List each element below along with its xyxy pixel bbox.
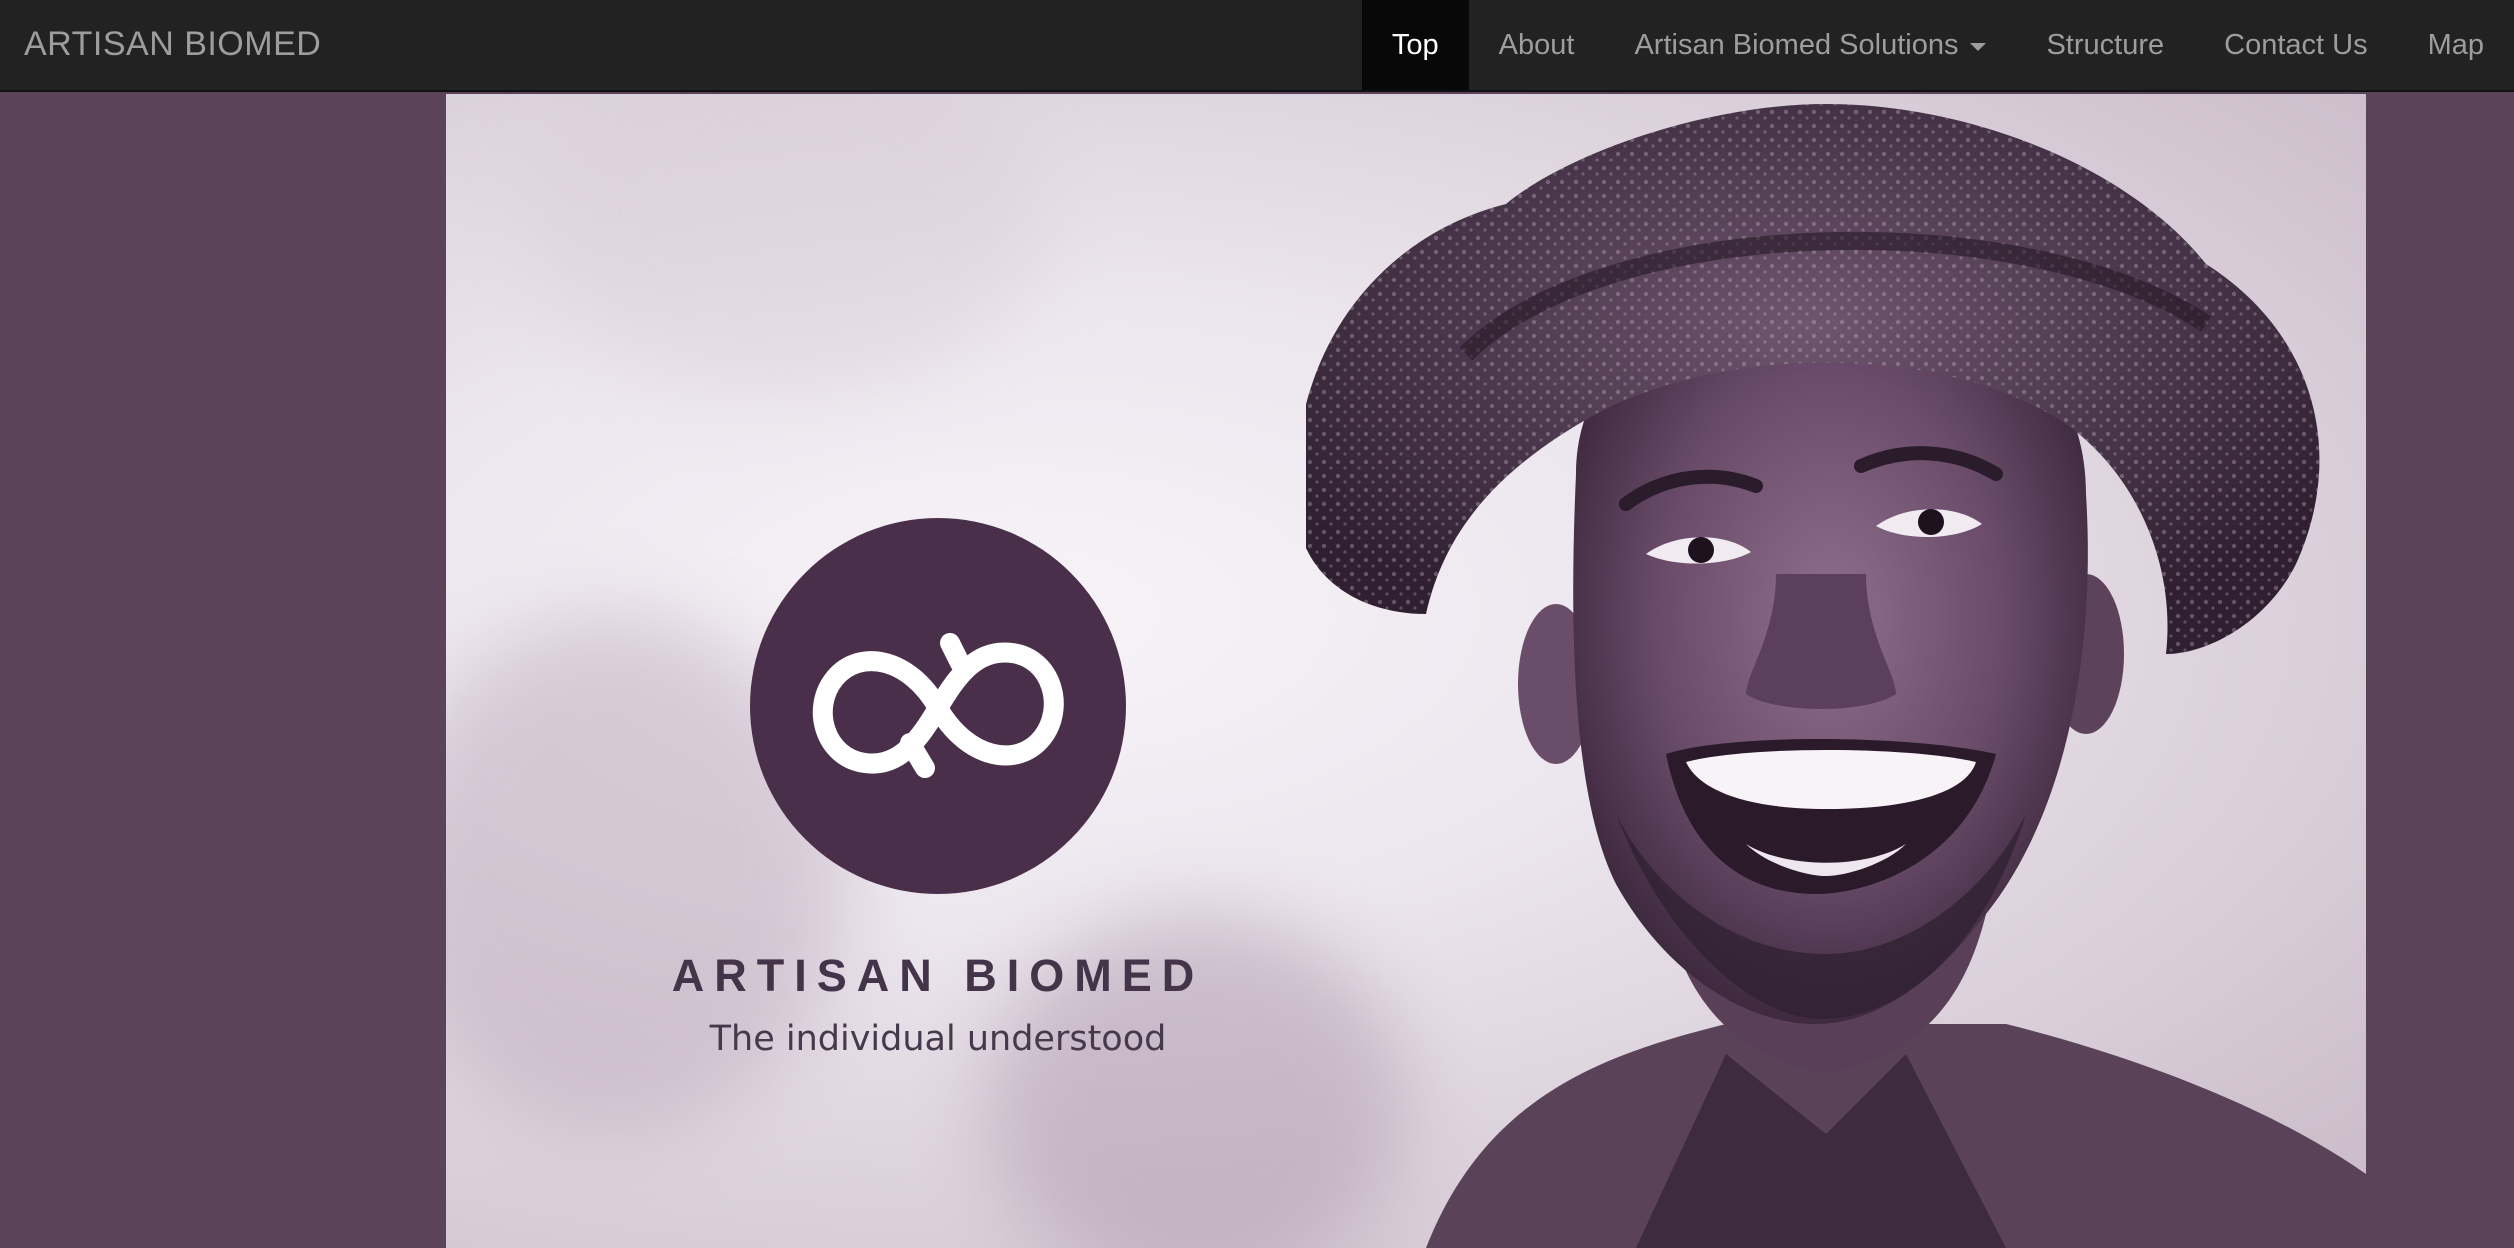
brand-link[interactable]: ARTISAN BIOMED	[24, 0, 321, 90]
logo-tagline: The individual understood	[709, 1019, 1167, 1059]
nav-item-structure[interactable]: Structure	[2016, 0, 2194, 90]
nav-label-contact: Contact Us	[2224, 29, 2368, 61]
background-blur	[526, 94, 1046, 394]
nav-label-structure: Structure	[2046, 29, 2165, 61]
nav-label-solutions: Artisan Biomed Solutions	[1634, 29, 1959, 61]
nav-label-about: About	[1498, 29, 1575, 61]
caret-down-icon	[1970, 43, 1987, 51]
nav-label-map: Map	[2427, 29, 2484, 61]
portrait-photo	[1306, 104, 2366, 1248]
nav-item-map[interactable]: Map	[2398, 0, 2514, 90]
navbar: ARTISAN BIOMED Top About Artisan Biomed …	[0, 0, 2514, 92]
nav-item-solutions-dropdown[interactable]: Artisan Biomed Solutions	[1604, 0, 2016, 90]
nav-label-top: Top	[1391, 29, 1439, 61]
nav-item-contact[interactable]: Contact Us	[2194, 0, 2397, 90]
hero-banner: ARTISAN BIOMED The individual understood	[446, 94, 2366, 1248]
brand-logo	[750, 518, 1126, 894]
main-nav: Top About Artisan Biomed Solutions Struc…	[1361, 0, 2514, 90]
logo-wordmark: ARTISAN BIOMED	[671, 950, 1205, 1001]
nav-item-about[interactable]: About	[1469, 0, 1605, 90]
infinity-icon	[812, 633, 1064, 778]
nav-item-top[interactable]: Top	[1361, 0, 1469, 90]
